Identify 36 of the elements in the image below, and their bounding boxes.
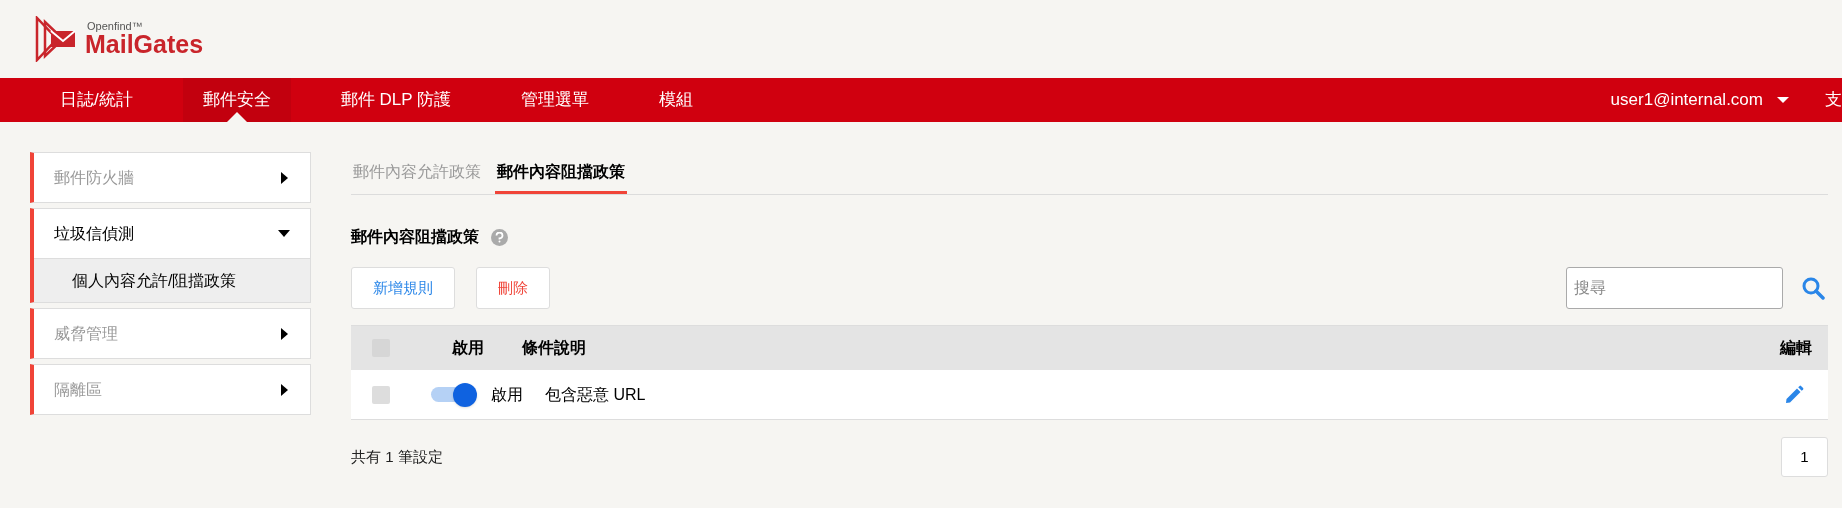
caret-right-icon [281, 327, 288, 340]
add-rule-button[interactable]: 新增規則 [351, 267, 455, 309]
section-title: 郵件內容阻擋政策 [351, 227, 479, 247]
caret-down-icon [278, 230, 290, 237]
table-cell-text: 包含惡意 URL [545, 384, 646, 405]
toggle-switch[interactable] [431, 382, 477, 407]
column-header: 編輯 [1780, 338, 1812, 358]
tab[interactable]: 郵件內容阻擋政策 [495, 160, 627, 194]
sidebar-item[interactable]: 郵件防火牆 [34, 153, 310, 202]
column-header: 條件說明 [522, 338, 586, 358]
status-text: 啟用 [491, 384, 523, 405]
row-checkbox[interactable] [372, 385, 390, 404]
caret-right-icon [281, 171, 288, 184]
nav-item[interactable]: 郵件安全 [182, 78, 291, 122]
caret-right-icon [281, 383, 288, 396]
page-button[interactable]: 1 [1781, 437, 1828, 477]
record-count: 共有 1 筆設定 [351, 446, 443, 467]
nav-item[interactable]: 郵件 DLP 防護 [320, 78, 471, 122]
sidebar-subitem[interactable]: 個人內容允許/阻擋政策 [34, 258, 310, 302]
nav-item[interactable]: 管理選單 [500, 78, 609, 122]
help-icon[interactable] [491, 228, 508, 246]
column-header: 啟用 [452, 338, 484, 358]
nav-item[interactable]: 日誌/統計 [40, 78, 153, 122]
search-icon[interactable] [1801, 276, 1825, 300]
nav-item[interactable]: 支 [1825, 87, 1842, 113]
sidebar-item[interactable]: 垃圾信偵測 [34, 209, 310, 258]
logo-icon [35, 16, 77, 62]
sidebar-item[interactable]: 隔離區 [34, 365, 310, 414]
user-menu[interactable]: user1@internal.com [1610, 87, 1789, 113]
delete-button[interactable]: 刪除 [476, 267, 550, 309]
logo-wordmark: MailGates [85, 32, 204, 57]
search-field[interactable]: 搜尋 [1566, 267, 1783, 309]
edit-icon[interactable] [1784, 384, 1804, 405]
nav-item[interactable]: 模組 [638, 78, 713, 122]
logo-tagline: Openfind™ [87, 21, 144, 32]
sidebar-item[interactable]: 威脅管理 [34, 309, 310, 358]
